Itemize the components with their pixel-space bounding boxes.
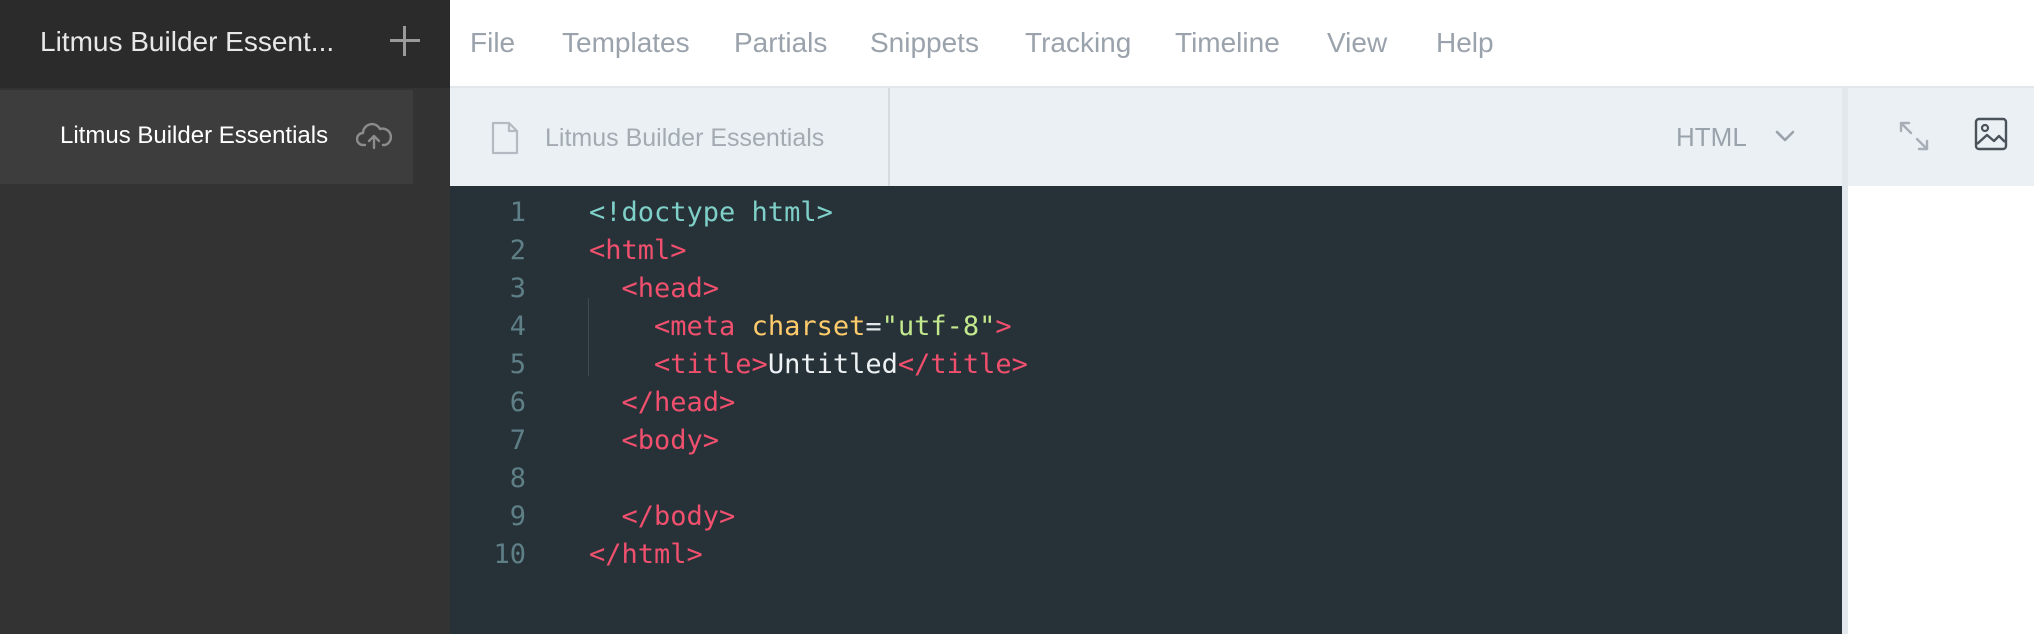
line-number: 3: [509, 273, 526, 304]
code-line[interactable]: 4 <meta charset="utf-8">: [450, 308, 1842, 346]
file-icon: [490, 121, 520, 155]
code-line[interactable]: 8: [450, 460, 1842, 498]
line-number: 9: [509, 501, 526, 532]
preview-toolbar: [1848, 88, 2034, 186]
code-token: </head>: [589, 387, 736, 418]
line-code: </body>: [589, 498, 736, 536]
code-editor[interactable]: 1 <!doctype html> 2 <html> 3 <head> 4 <meta c…: [450, 186, 1842, 634]
code-token: "utf-8": [881, 311, 996, 342]
line-number: 5: [509, 349, 526, 380]
code-token: </body>: [589, 501, 736, 532]
code-line[interactable]: 1 <!doctype html>: [450, 194, 1842, 232]
menu-file[interactable]: File: [470, 27, 515, 59]
preview-area: [1848, 186, 2034, 634]
menu-timeline[interactable]: Timeline: [1175, 27, 1280, 59]
code-token: =: [865, 311, 882, 342]
editor-tab-bar: Litmus Builder Essentials HTML: [450, 88, 1844, 186]
code-line[interactable]: 5 <title>Untitled</title>: [450, 346, 1842, 384]
line-code: </html>: [589, 536, 703, 574]
code-token: >: [995, 311, 1012, 342]
line-code: <meta charset="utf-8">: [589, 308, 1012, 346]
code-token: <body>: [589, 425, 720, 456]
code-token: </title>: [897, 349, 1028, 380]
line-code: <!doctype html>: [589, 194, 833, 232]
sidebar-project-item[interactable]: Litmus Builder Essentials: [0, 90, 413, 184]
code-line[interactable]: 2 <html>: [450, 232, 1842, 270]
menu-tracking[interactable]: Tracking: [1025, 27, 1131, 59]
line-code: <head>: [589, 270, 720, 308]
code-token: Untitled: [767, 349, 898, 380]
line-code: <html>: [589, 232, 687, 270]
sidebar-title[interactable]: Litmus Builder Essent...: [40, 26, 334, 58]
language-label: HTML: [1676, 122, 1747, 152]
sidebar: Litmus Builder Essent... Litmus Builder …: [0, 0, 450, 634]
code-token: </html>: [589, 539, 703, 570]
line-number: 7: [509, 425, 526, 456]
line-number: 8: [509, 463, 526, 494]
line-code: <title>Untitled</title>: [589, 346, 1028, 384]
menu-bar: File Templates Partials Snippets Trackin…: [450, 0, 2034, 88]
code-token: <!doctype html>: [589, 197, 833, 228]
menu-view[interactable]: View: [1327, 27, 1387, 59]
code-token: <head>: [589, 273, 720, 304]
line-number: 1: [509, 197, 526, 228]
line-number: 10: [493, 539, 526, 570]
line-number: 6: [509, 387, 526, 418]
plus-icon[interactable]: [388, 24, 422, 58]
cloud-upload-icon[interactable]: [355, 120, 393, 152]
sidebar-header: Litmus Builder Essent...: [0, 0, 450, 88]
code-token: charset: [751, 311, 866, 342]
code-line[interactable]: 6 </head>: [450, 384, 1842, 422]
code-token: <html>: [589, 235, 687, 266]
code-line[interactable]: 7 <body>: [450, 422, 1842, 460]
menu-snippets[interactable]: Snippets: [870, 27, 979, 59]
code-line[interactable]: 3 <head>: [450, 270, 1842, 308]
code-line[interactable]: 10 </html>: [450, 536, 1842, 574]
project-label: Litmus Builder Essentials: [60, 122, 329, 149]
menu-partials[interactable]: Partials: [734, 27, 827, 59]
line-number: 4: [509, 311, 526, 342]
menu-templates[interactable]: Templates: [562, 27, 690, 59]
file-tab[interactable]: Litmus Builder Essentials: [450, 88, 890, 186]
code-token: <title>: [589, 349, 768, 380]
language-select[interactable]: HTML: [1676, 122, 1806, 154]
file-name: Litmus Builder Essentials: [545, 124, 825, 152]
chevron-down-icon: [1774, 128, 1796, 144]
line-number: 2: [509, 235, 526, 266]
code-line[interactable]: 9 </body>: [450, 498, 1842, 536]
code-token: <meta: [589, 311, 752, 342]
line-code: </head>: [589, 384, 736, 422]
line-code: <body>: [589, 422, 720, 460]
menu-help[interactable]: Help: [1436, 27, 1494, 59]
expand-icon[interactable]: [1896, 118, 1932, 154]
image-icon[interactable]: [1973, 116, 2009, 152]
